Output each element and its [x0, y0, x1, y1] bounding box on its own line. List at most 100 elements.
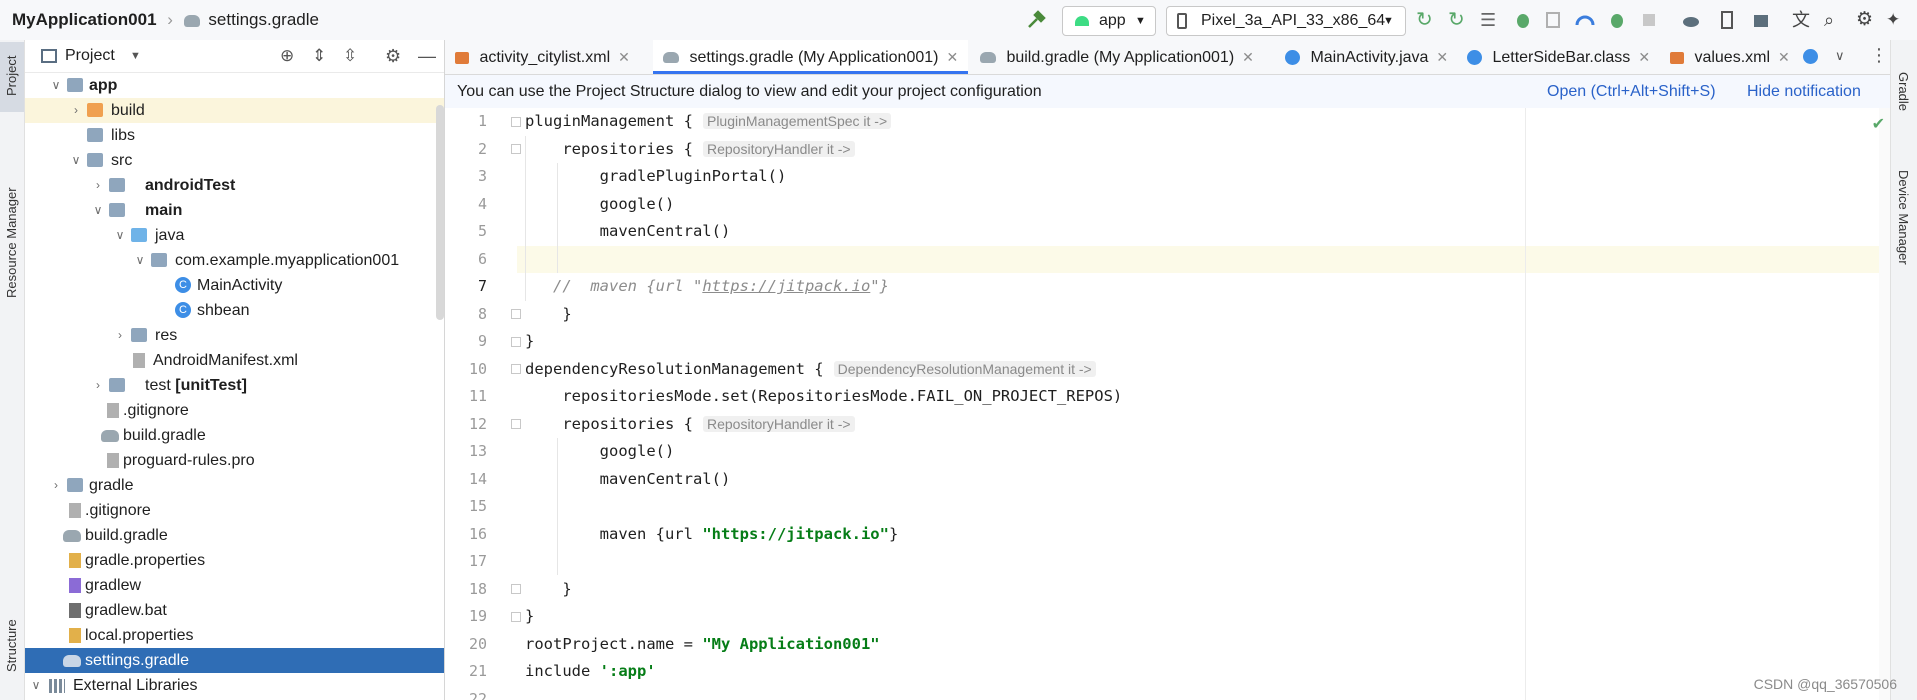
avd-manager-icon[interactable]	[1716, 9, 1738, 31]
tree-item-build-gradle-root[interactable]: build.gradle	[25, 523, 444, 548]
project-view-selector[interactable]: Project	[65, 40, 115, 72]
chevron-right-icon[interactable]: ›	[69, 98, 83, 123]
breadcrumb-file[interactable]: settings.gradle	[208, 10, 319, 29]
tree-item-androidtest[interactable]: › androidTest	[25, 173, 444, 198]
chevron-down-icon[interactable]: ∨	[49, 73, 63, 98]
tree-item-test[interactable]: › test [unitTest]	[25, 373, 444, 398]
tree-item-main[interactable]: ∨ main	[25, 198, 444, 223]
tree-item-package[interactable]: ∨ com.example.myapplication001	[25, 248, 444, 273]
tree-item-mainactivity[interactable]: C MainActivity	[25, 273, 444, 298]
chevron-down-icon[interactable]: ∨	[69, 148, 83, 173]
profiler-icon[interactable]	[1574, 9, 1596, 31]
project-tool-button[interactable]: Project	[0, 42, 24, 112]
translate-icon[interactable]: 文	[1792, 9, 1814, 31]
chevron-right-icon[interactable]: ›	[113, 323, 127, 348]
coverage-icon[interactable]	[1606, 9, 1628, 31]
breadcrumb-project[interactable]: MyApplication001	[12, 10, 157, 29]
tree-item-shbean[interactable]: C shbean	[25, 298, 444, 323]
close-icon[interactable]: ✕	[618, 49, 630, 65]
tree-item-gradle[interactable]: › gradle	[25, 473, 444, 498]
tab-mainactivity[interactable]: MainActivity.java ✕	[1285, 40, 1448, 74]
tree-item-gitignore-app[interactable]: .gitignore	[25, 398, 444, 423]
no-problems-check-icon[interactable]: ✔	[1872, 114, 1885, 134]
locate-icon[interactable]: ⊕	[280, 40, 294, 72]
gear-icon[interactable]: ⚙	[1856, 9, 1878, 31]
close-icon[interactable]: ✕	[1638, 49, 1650, 65]
fold-marker[interactable]	[511, 364, 521, 374]
line-number: 2	[477, 139, 487, 158]
code-editor[interactable]: 1 2 3 4 5 6 7 8 9 10 11 12 13 14 15 16 1…	[445, 108, 1891, 700]
minimize-icon[interactable]: —	[418, 40, 436, 72]
chevron-right-icon[interactable]: ›	[91, 173, 105, 198]
chevron-down-icon[interactable]: ∨	[29, 673, 43, 698]
close-icon[interactable]: ✕	[946, 49, 958, 65]
chevron-down-icon[interactable]: ∨	[1835, 48, 1845, 64]
tab-build-gradle[interactable]: build.gradle (My Application001) ✕	[980, 40, 1254, 74]
line-number-gutter: 1 2 3 4 5 6 7 8 9 10 11 12 13 14 15 16 1…	[445, 108, 521, 700]
tree-item-gitignore-root[interactable]: .gitignore	[25, 498, 444, 523]
run-config-dropdown[interactable]: app ▼	[1062, 6, 1156, 36]
more-options-icon[interactable]: ⋮	[1870, 45, 1888, 66]
chevron-down-icon[interactable]: ∨	[113, 223, 127, 248]
comment-url[interactable]: https://jitpack.io	[702, 277, 870, 295]
apply-changes-icon[interactable]: ↻	[1448, 9, 1470, 31]
chevron-down-icon[interactable]: ∨	[133, 248, 147, 273]
search-icon[interactable]: ⌕	[1824, 9, 1846, 31]
logcat-icon[interactable]: ☰	[1480, 9, 1502, 31]
tab-lettersidebar[interactable]: LetterSideBar.class ✕	[1467, 40, 1650, 74]
fold-marker[interactable]	[511, 117, 521, 127]
structure-tool-button[interactable]: Structure	[0, 600, 24, 690]
tree-item-res[interactable]: › res	[25, 323, 444, 348]
open-project-structure-link[interactable]: Open (Ctrl+Alt+Shift+S)	[1547, 75, 1716, 108]
fold-marker[interactable]	[511, 144, 521, 154]
fold-marker[interactable]	[511, 612, 521, 622]
gradle-sync-icon[interactable]	[1680, 9, 1702, 31]
tab-settings-gradle[interactable]: settings.gradle (My Application001) ✕	[653, 40, 969, 74]
sdk-manager-icon[interactable]	[1750, 9, 1772, 31]
tab-overflow[interactable]	[1803, 40, 1818, 74]
tree-item-src[interactable]: ∨ src	[25, 148, 444, 173]
fold-marker[interactable]	[511, 337, 521, 347]
tree-item-build[interactable]: › build	[25, 98, 444, 123]
close-icon[interactable]: ✕	[1778, 49, 1790, 65]
expand-all-icon[interactable]: ⇕	[312, 40, 326, 72]
resource-manager-tool-button[interactable]: Resource Manager	[0, 178, 24, 318]
debug-icon[interactable]	[1512, 9, 1534, 31]
tree-item-app[interactable]: ∨ app	[25, 73, 444, 98]
tree-item-settings-gradle[interactable]: settings.gradle	[25, 648, 444, 673]
tree-item-libs[interactable]: libs	[25, 123, 444, 148]
stop-icon[interactable]	[1638, 9, 1660, 31]
tree-item-local-properties[interactable]: local.properties	[25, 623, 444, 648]
tab-values-xml[interactable]: values.xml ✕	[1670, 40, 1790, 74]
project-panel-scrollbar[interactable]	[436, 105, 444, 320]
tree-item-proguard[interactable]: proguard-rules.pro	[25, 448, 444, 473]
fold-marker[interactable]	[511, 309, 521, 319]
tree-item-gradle-properties[interactable]: gradle.properties	[25, 548, 444, 573]
tree-item-external-libraries[interactable]: ∨ External Libraries	[25, 673, 444, 698]
tree-item-gradlew[interactable]: gradlew	[25, 573, 444, 598]
tree-item-build-gradle-app[interactable]: build.gradle	[25, 423, 444, 448]
collapse-all-icon[interactable]: ⇳	[343, 40, 357, 72]
tree-item-manifest[interactable]: AndroidManifest.xml	[25, 348, 444, 373]
chevron-down-icon[interactable]: ▼	[130, 40, 141, 72]
tree-item-gradlew-bat[interactable]: gradlew.bat	[25, 598, 444, 623]
tree-item-java[interactable]: ∨ java	[25, 223, 444, 248]
fold-marker[interactable]	[511, 584, 521, 594]
chevron-down-icon[interactable]: ∨	[91, 198, 105, 223]
close-icon[interactable]: ✕	[1242, 49, 1254, 65]
fold-marker[interactable]	[511, 419, 521, 429]
ide-update-icon[interactable]: ✦	[1886, 9, 1908, 31]
build-hammer-icon[interactable]	[1025, 9, 1047, 31]
code-line: maven {url "https://jitpack.io"}	[525, 521, 899, 549]
hide-notification-link[interactable]: Hide notification	[1747, 75, 1861, 108]
chevron-right-icon[interactable]: ›	[91, 373, 105, 398]
rerun-icon[interactable]: ↻	[1416, 9, 1438, 31]
gear-icon[interactable]: ⚙	[385, 40, 401, 72]
attach-debugger-icon[interactable]	[1542, 9, 1564, 31]
tab-activity-citylist[interactable]: activity_citylist.xml ✕	[455, 40, 630, 74]
gradle-tool-button[interactable]: Gradle	[1891, 42, 1917, 122]
device-dropdown[interactable]: Pixel_3a_API_33_x86_64 ▼	[1166, 6, 1406, 36]
device-manager-tool-button[interactable]: Device Manager	[1891, 140, 1917, 270]
close-icon[interactable]: ✕	[1436, 49, 1448, 65]
chevron-right-icon[interactable]: ›	[49, 473, 63, 498]
